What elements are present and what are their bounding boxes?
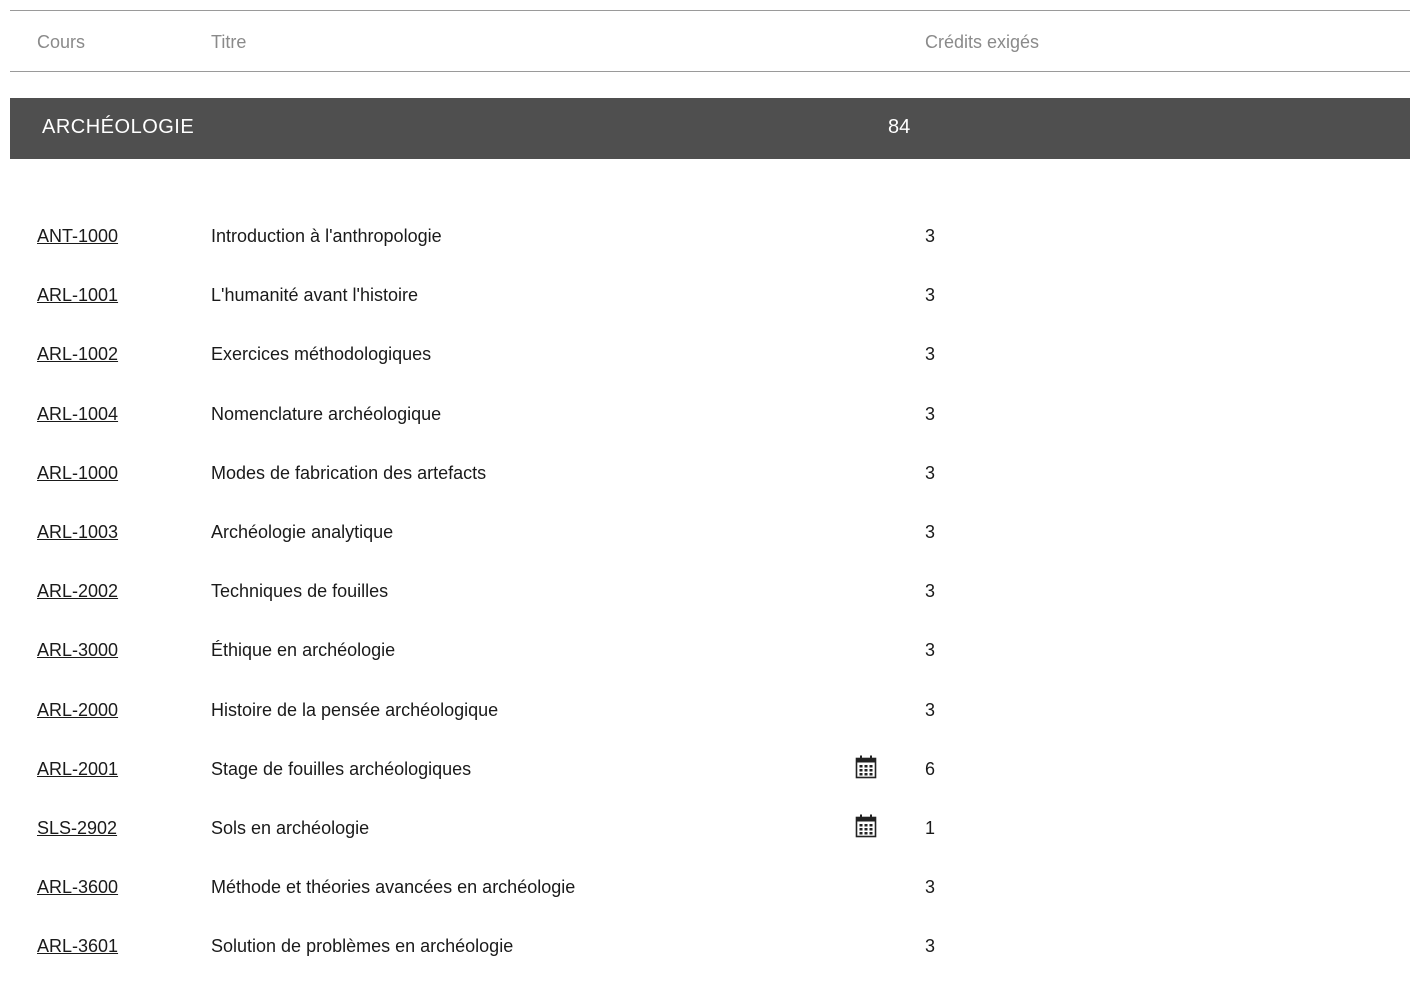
course-credits: 3 <box>925 581 936 602</box>
course-credits: 3 <box>925 699 936 720</box>
program-course-table: Cours Titre Crédits exigés ARCHÉOLOGIE 8… <box>10 10 1410 956</box>
column-header-cours: Cours <box>37 32 86 52</box>
column-header-row: Cours Titre Crédits exigés <box>10 10 1410 72</box>
section-credits: 84 <box>888 116 911 138</box>
course-code-link[interactable]: ARL-3601 <box>37 936 118 957</box>
course-row: ARL-2000 Histoire de la pensée archéologi… <box>10 700 1410 759</box>
course-code-link[interactable]: ARL-1003 <box>37 522 118 543</box>
course-title: Sols en archéologie <box>211 817 370 838</box>
course-title: Stage de fouilles archéologiques <box>211 758 472 779</box>
course-title: L'humanité avant l'histoire <box>211 285 418 306</box>
course-row: ARL-1000 Modes de fabrication des artefac… <box>10 463 1410 522</box>
column-header-titre: Titre <box>211 32 247 52</box>
course-row: ARL-2001 Stage de fouilles archéologiques… <box>10 755 1410 818</box>
course-title: Techniques de fouilles <box>211 581 389 602</box>
course-credits: 3 <box>925 936 936 957</box>
course-credits: 1 <box>925 817 936 838</box>
course-row: ARL-3000 Éthique en archéologie 3 <box>10 640 1410 699</box>
course-title: Histoire de la pensée archéologique <box>211 699 499 720</box>
course-title: Méthode et théories avancées en archéolo… <box>211 877 576 898</box>
course-row: ARL-2002 Techniques de fouilles 3 <box>10 581 1410 640</box>
course-code-link[interactable]: ARL-3600 <box>37 877 118 898</box>
course-credits: 3 <box>925 462 936 483</box>
course-title: Solution de problèmes en archéologie <box>211 936 514 957</box>
course-credits: 3 <box>925 403 936 424</box>
course-credits: 6 <box>925 758 936 779</box>
course-code-link[interactable]: ARL-2002 <box>37 581 118 602</box>
course-title: Éthique en archéologie <box>211 640 396 661</box>
course-row: ARL-1003 Archéologie analytique 3 <box>10 522 1410 581</box>
course-code-link[interactable]: ARL-2001 <box>37 759 118 780</box>
course-title: Exercices méthodologiques <box>211 344 432 365</box>
section-title: ARCHÉOLOGIE <box>42 116 195 138</box>
course-credits: 3 <box>925 285 936 306</box>
course-title: Archéologie analytique <box>211 521 394 542</box>
course-title: Introduction à l'anthropologie <box>211 226 442 246</box>
course-credits: 3 <box>925 226 936 246</box>
section-header-archeologie: ARCHÉOLOGIE 84 <box>10 98 1410 159</box>
course-row: ARL-1004 Nomenclature archéologique 3 <box>10 404 1410 463</box>
course-code-link[interactable]: ARL-1004 <box>37 404 118 425</box>
course-title: Modes de fabrication des artefacts <box>211 462 487 483</box>
course-code-link[interactable]: ARL-3000 <box>37 640 118 661</box>
course-row: ARL-1002 Exercices méthodologiques 3 <box>10 344 1410 403</box>
course-credits: 3 <box>925 640 936 661</box>
course-code-link[interactable]: ARL-2000 <box>37 700 118 721</box>
course-code-link[interactable]: ARL-1002 <box>37 344 118 365</box>
course-row: ANT-1000 Introduction à l'anthropologie 3 <box>10 226 1410 285</box>
column-header-credits: Crédits exigés <box>925 32 1040 52</box>
course-row: ARL-1001 L'humanité avant l'histoire 3 <box>10 285 1410 344</box>
course-row: SLS-2902 Sols en archéologie 1 <box>10 814 1410 877</box>
course-code-link[interactable]: SLS-2902 <box>37 818 117 839</box>
course-row: ARL-3600 Méthode et théories avancées en … <box>10 877 1410 936</box>
course-credits: 3 <box>925 344 936 365</box>
course-credits: 3 <box>925 877 936 898</box>
course-row: ARL-3601 Solution de problèmes en archéol… <box>10 936 1410 995</box>
calendar-icon[interactable] <box>855 814 877 838</box>
course-title: Nomenclature archéologique <box>211 403 442 424</box>
course-code-link[interactable]: ANT-1000 <box>37 226 118 247</box>
course-list: ANT-1000 Introduction à l'anthropologie 3 A… <box>10 226 1410 995</box>
course-code-link[interactable]: ARL-1001 <box>37 285 118 306</box>
course-code-link[interactable]: ARL-1000 <box>37 463 118 484</box>
calendar-icon[interactable] <box>855 755 877 779</box>
course-credits: 3 <box>925 521 936 542</box>
